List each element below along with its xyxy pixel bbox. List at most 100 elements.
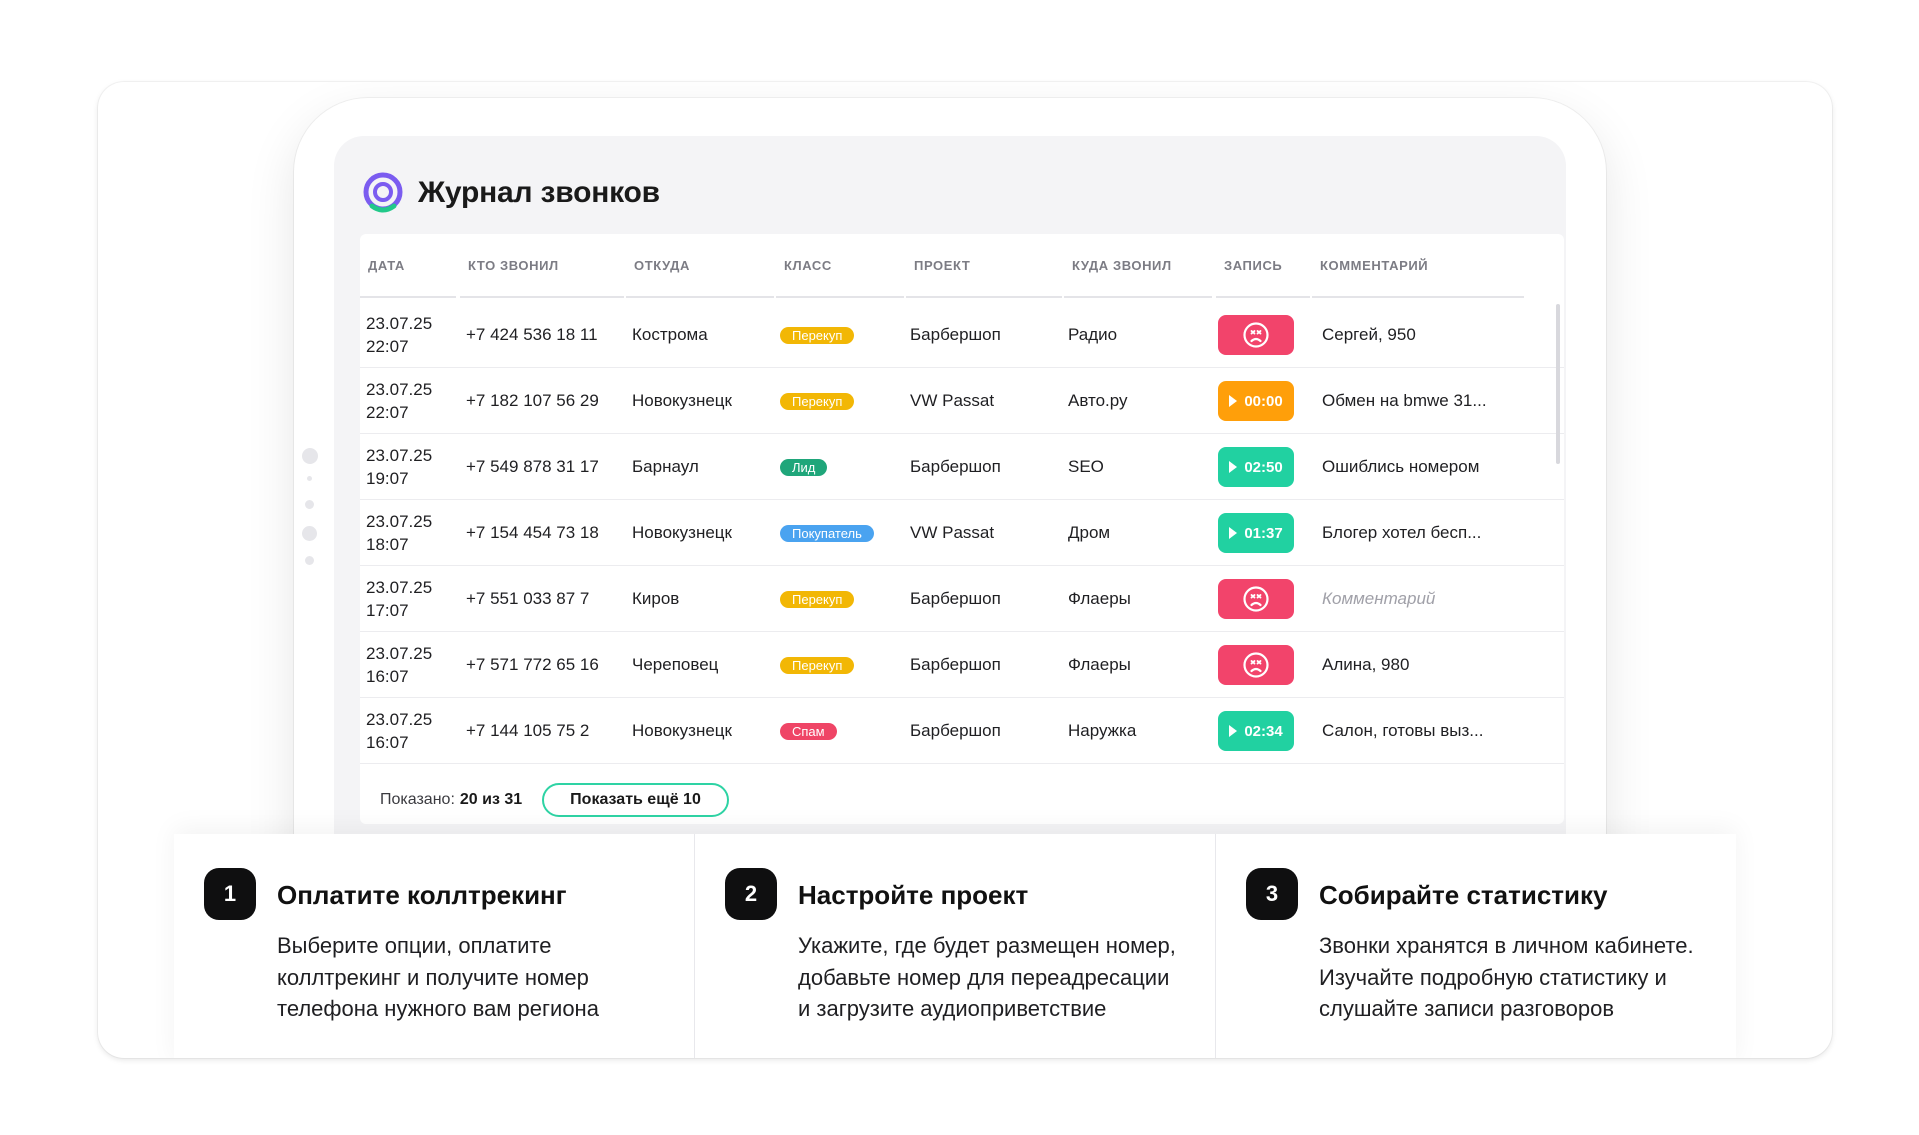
pagination: Показано: 20 из 31 Показать ещё 10 bbox=[380, 780, 729, 820]
play-record-button[interactable]: 02:34 bbox=[1218, 711, 1294, 751]
project-name: VW Passat bbox=[910, 523, 995, 542]
class-badge[interactable]: Перекуп bbox=[780, 590, 855, 608]
column-header-caller: КТО ЗВОНИЛ bbox=[460, 234, 624, 298]
record-cell: 00:00 bbox=[1218, 368, 1294, 434]
promo-card: Журнал звонков ДАТА КТО ЗВОНИЛ ОТКУДА КЛ… bbox=[98, 82, 1832, 1058]
table-row[interactable]: 23.07.25 17:07 +7 551 033 87 7 Киров Переку… bbox=[360, 566, 1564, 632]
play-icon bbox=[1229, 461, 1238, 473]
comment-field[interactable]: Сергей, 950 bbox=[1322, 302, 1416, 368]
comment-field[interactable]: Салон, готовы выз... bbox=[1322, 698, 1483, 764]
page-header: Журнал звонков bbox=[360, 170, 660, 216]
table-scrollbar[interactable] bbox=[1556, 304, 1560, 464]
sad-face-icon bbox=[1243, 652, 1269, 678]
class-badge[interactable]: Перекуп bbox=[780, 326, 855, 344]
class-badge[interactable]: Перекуп bbox=[780, 392, 855, 410]
call-date: 23.07.25 16:07 bbox=[366, 644, 433, 686]
column-header-comment: КОММЕНТАРИЙ bbox=[1312, 234, 1524, 298]
table-row[interactable]: 23.07.25 18:07 +7 154 454 73 18 Новокузнец… bbox=[360, 500, 1564, 566]
class-cell: Лид bbox=[780, 434, 828, 500]
step-title: Оплатите коллтрекинг bbox=[277, 880, 567, 910]
sad-face-icon bbox=[1243, 322, 1269, 348]
step-configure: 2 Настройте проект Укажите, где будет ра… bbox=[695, 834, 1216, 1058]
calltracking-logo-icon bbox=[363, 172, 403, 213]
table-row[interactable]: 23.07.25 22:07 +7 424 536 18 11 Кострома Пе… bbox=[360, 302, 1564, 368]
step-number-badge: 1 bbox=[204, 868, 256, 920]
class-badge[interactable]: Покупатель bbox=[780, 524, 874, 542]
caller-phone: +7 154 454 73 18 bbox=[466, 523, 599, 542]
call-destination: Авто.ру bbox=[1068, 391, 1128, 410]
missed-call-indicator[interactable] bbox=[1218, 579, 1294, 619]
call-destination: Дром bbox=[1068, 523, 1111, 542]
table-row[interactable]: 23.07.25 19:07 +7 549 878 31 17 Барнаул Лид… bbox=[360, 434, 1564, 500]
caller-city: Новокузнецк bbox=[632, 721, 732, 740]
caller-phone: +7 549 878 31 17 bbox=[466, 457, 599, 476]
project-name: Барбершоп bbox=[910, 325, 1001, 344]
step-description: Укажите, где будет размещен номер, добав… bbox=[798, 933, 1176, 1021]
class-badge[interactable]: Перекуп bbox=[780, 656, 855, 674]
call-destination: Флаеры bbox=[1068, 589, 1131, 608]
table-row[interactable]: 23.07.25 16:07 +7 571 772 65 16 Череповец П… bbox=[360, 632, 1564, 698]
caller-city: Кострома bbox=[632, 325, 708, 344]
app-screen: Журнал звонков ДАТА КТО ЗВОНИЛ ОТКУДА КЛ… bbox=[334, 136, 1566, 956]
class-cell: Спам bbox=[780, 698, 837, 764]
call-date: 23.07.25 22:07 bbox=[366, 314, 433, 356]
play-record-button[interactable]: 02:50 bbox=[1218, 447, 1294, 487]
comment-field[interactable]: Ошиблись номером bbox=[1322, 434, 1479, 500]
play-icon bbox=[1229, 725, 1238, 737]
sad-face-icon bbox=[1243, 586, 1269, 612]
table-body: 23.07.25 22:07 +7 424 536 18 11 Кострома Пе… bbox=[360, 302, 1564, 766]
show-more-button[interactable]: Показать ещё 10 bbox=[542, 783, 729, 817]
call-date: 23.07.25 17:07 bbox=[366, 578, 433, 620]
call-date: 23.07.25 19:07 bbox=[366, 446, 433, 488]
comment-field[interactable]: Обмен на bmwe 31... bbox=[1322, 368, 1487, 434]
caller-city: Барнаул bbox=[632, 457, 699, 476]
calls-table: ДАТА КТО ЗВОНИЛ ОТКУДА КЛАСС ПРОЕКТ КУДА… bbox=[360, 234, 1564, 824]
call-destination: SEO bbox=[1068, 457, 1104, 476]
column-header-from: ОТКУДА bbox=[626, 234, 774, 298]
class-badge[interactable]: Спам bbox=[780, 722, 837, 740]
caller-city: Новокузнецк bbox=[632, 391, 732, 410]
step-pay: 1 Оплатите коллтрекинг Выберите опции, о… bbox=[174, 834, 695, 1058]
caller-city: Череповец bbox=[632, 655, 719, 674]
table-row[interactable]: 23.07.25 22:07 +7 182 107 56 29 Новокузнец… bbox=[360, 368, 1564, 434]
comment-field[interactable]: Комментарий bbox=[1322, 566, 1435, 632]
column-header-date: ДАТА bbox=[360, 234, 456, 298]
missed-call-indicator[interactable] bbox=[1218, 315, 1294, 355]
table-row[interactable]: 23.07.25 16:07 +7 144 105 75 2 Новокузнецк… bbox=[360, 698, 1564, 764]
call-date: 23.07.25 22:07 bbox=[366, 380, 433, 422]
comment-field[interactable]: Алина, 980 bbox=[1322, 632, 1409, 698]
class-cell: Покупатель bbox=[780, 500, 874, 566]
steps-panel: 1 Оплатите коллтрекинг Выберите опции, о… bbox=[174, 834, 1736, 1058]
record-duration: 00:00 bbox=[1244, 392, 1283, 410]
call-destination: Радио bbox=[1068, 325, 1118, 344]
record-cell: 02:50 bbox=[1218, 434, 1294, 500]
class-cell: Перекуп bbox=[780, 368, 855, 434]
caller-phone: +7 182 107 56 29 bbox=[466, 391, 599, 410]
record-cell bbox=[1218, 302, 1294, 368]
play-record-button[interactable]: 00:00 bbox=[1218, 381, 1294, 421]
call-date: 23.07.25 18:07 bbox=[366, 512, 433, 554]
shown-count: 20 из 31 bbox=[459, 791, 523, 808]
play-record-button[interactable]: 01:37 bbox=[1218, 513, 1294, 553]
record-duration: 02:34 bbox=[1244, 722, 1283, 740]
project-name: VW Passat bbox=[910, 391, 995, 410]
caller-phone: +7 571 772 65 16 bbox=[466, 655, 599, 674]
project-name: Барбершоп bbox=[910, 589, 1001, 608]
call-destination: Флаеры bbox=[1068, 655, 1131, 674]
table-header: ДАТА КТО ЗВОНИЛ ОТКУДА КЛАСС ПРОЕКТ КУДА… bbox=[360, 234, 1524, 302]
call-date: 23.07.25 16:07 bbox=[366, 710, 433, 752]
column-header-record: ЗАПИСЬ bbox=[1216, 234, 1310, 298]
comment-field[interactable]: Блогер хотел бесп... bbox=[1322, 500, 1481, 566]
project-name: Барбершоп bbox=[910, 655, 1001, 674]
caller-phone: +7 424 536 18 11 bbox=[466, 325, 598, 344]
project-name: Барбершоп bbox=[910, 457, 1001, 476]
missed-call-indicator[interactable] bbox=[1218, 645, 1294, 685]
class-badge[interactable]: Лид bbox=[780, 458, 828, 476]
play-icon bbox=[1229, 395, 1238, 407]
record-cell bbox=[1218, 632, 1294, 698]
tablet-sensor-dot bbox=[305, 556, 314, 565]
step-number-badge: 2 bbox=[725, 868, 777, 920]
tablet-sensor-dot bbox=[307, 476, 312, 481]
step-collect: 3 Собирайте статистику Звонки хранятся в… bbox=[1216, 834, 1736, 1058]
class-cell: Перекуп bbox=[780, 302, 855, 368]
